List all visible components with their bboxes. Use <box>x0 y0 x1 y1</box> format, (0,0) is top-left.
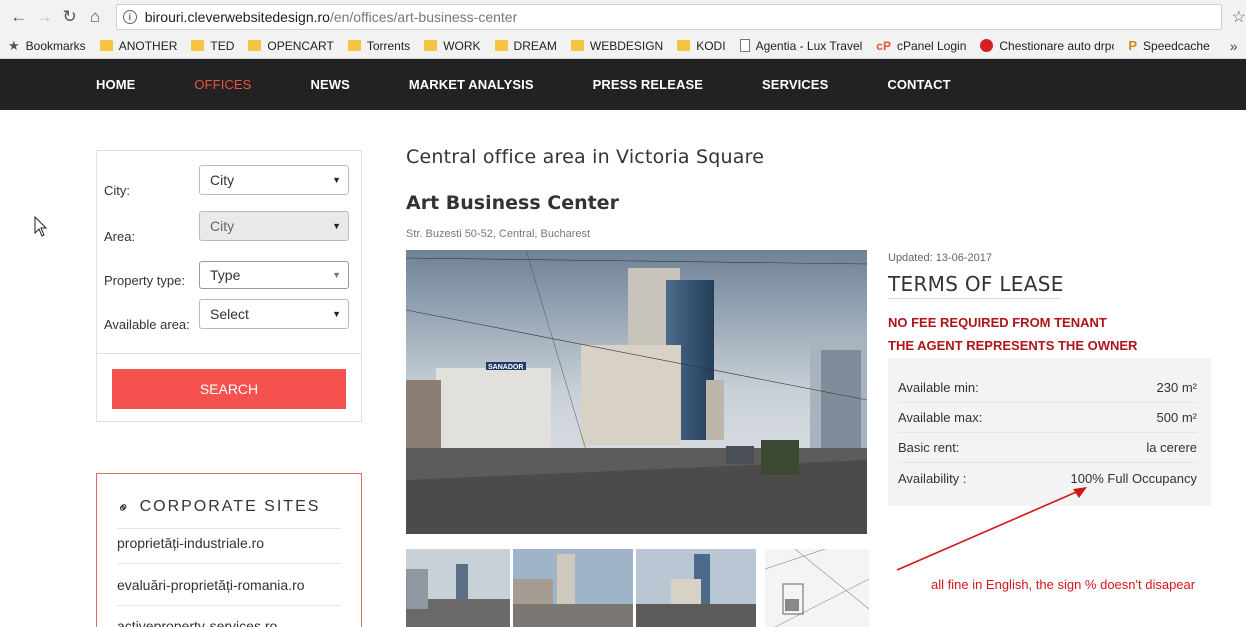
nav-home[interactable]: HOME <box>96 77 135 92</box>
folder-icon <box>424 40 438 51</box>
thumbnail-image <box>636 549 756 627</box>
url-bar[interactable]: i birouri.cleverwebsitedesign.ro/en/offi… <box>115 3 1222 30</box>
divider <box>117 563 341 564</box>
lease-row-basic-rent: Basic rent: la cerere <box>898 433 1197 463</box>
area-label: Area: <box>104 229 136 244</box>
bookmark-item[interactable]: OPENCART <box>248 39 334 53</box>
nav-news[interactable]: NEWS <box>310 77 349 92</box>
dropdown-arrow-icon: ▼ <box>332 221 341 231</box>
reload-icon[interactable]: ↻ <box>57 4 82 30</box>
nav-contact[interactable]: CONTACT <box>887 77 950 92</box>
url-path: /en/offices/art-business-center <box>329 8 518 25</box>
page-title: Central office area in Victoria Square <box>406 146 765 168</box>
folder-icon <box>99 40 113 51</box>
nav-offices[interactable]: OFFICES <box>194 77 251 92</box>
bookmark-item[interactable]: WORK <box>424 39 481 53</box>
dropdown-arrow-icon: ▼ <box>332 175 341 185</box>
building-address: Str. Buzesti 50-52, Central, Bucharest <box>406 228 591 240</box>
folder-icon <box>494 40 508 51</box>
property-type-label: Property type: <box>104 273 185 288</box>
browser-toolbar: ← → ↻ ⌂ i birouri.cleverwebsitedesign.ro… <box>0 0 1246 33</box>
lease-row-available-max: Available max: 500 m² <box>898 403 1197 433</box>
bookmarks-more-button[interactable]: » <box>1230 38 1238 54</box>
search-filter-panel: City: City ▼ Area: City ▼ Property type: T… <box>96 150 362 422</box>
star-icon: ★ <box>8 37 20 53</box>
bookmark-item[interactable]: ★ Bookmarks <box>8 38 86 54</box>
folder-icon <box>191 40 205 51</box>
corporate-sites-panel: ⚭ CORPORATE SITES proprietăți-industrial… <box>96 473 362 627</box>
corporate-link[interactable]: proprietăți-industriale.ro <box>117 535 264 551</box>
bookmarks-bar: ★ Bookmarks ANOTHER TED OPENCART Torrents… <box>0 33 1246 59</box>
bookmark-item[interactable]: TED <box>191 39 234 53</box>
search-button[interactable]: SEARCH <box>112 369 346 409</box>
page-content: City: City ▼ Area: City ▼ Property type: T… <box>0 110 1246 627</box>
available-area-label: Available area: <box>104 317 190 332</box>
corporate-link[interactable]: evaluări-proprietăți-romania.ro <box>117 577 305 593</box>
annotation-note: all fine in English, the sign % doesn't … <box>931 577 1196 592</box>
forward-icon[interactable]: → <box>31 4 56 30</box>
building-photo-illustration: SANADOR <box>406 250 867 534</box>
dropdown-arrow-icon: ▼ <box>332 270 341 280</box>
nav-market-analysis[interactable]: MARKET ANALYSIS <box>409 77 534 92</box>
filter-divider <box>97 353 361 354</box>
lease-row-available-min: Available min: 230 m² <box>898 373 1197 403</box>
thumbnail[interactable] <box>636 549 756 627</box>
bookmark-item[interactable]: Torrents <box>347 39 410 53</box>
nav-press-release[interactable]: PRESS RELEASE <box>593 77 703 92</box>
divider <box>117 528 341 529</box>
thumbnail-image <box>765 549 869 627</box>
page-icon <box>739 39 750 52</box>
terms-title: TERMS OF LEASE <box>888 272 1064 296</box>
agent-notice: THE AGENT REPRESENTS THE OWNER <box>888 338 1138 353</box>
bookmark-item[interactable]: WEBDESIGN <box>570 39 663 53</box>
photo-sign-text: SANADOR <box>488 364 523 371</box>
city-select[interactable]: City ▼ <box>199 165 349 195</box>
annotation-arrow-icon <box>896 487 1087 571</box>
back-icon[interactable]: ← <box>6 4 31 30</box>
property-type-select[interactable]: Type ▼ <box>199 261 349 289</box>
bookmark-item[interactable]: Agentia - Lux Travel <box>739 39 862 53</box>
corporate-sites-title: ⚭ CORPORATE SITES <box>113 496 321 519</box>
bookmark-star-icon[interactable]: ☆ <box>1232 7 1246 27</box>
home-icon[interactable]: ⌂ <box>82 4 107 30</box>
speedcache-icon: P <box>1128 38 1138 53</box>
bookmark-item[interactable]: KODI <box>677 39 726 53</box>
folder-icon <box>570 40 584 51</box>
thumbnail[interactable] <box>513 549 633 627</box>
bookmark-item[interactable]: P Speedcache <box>1128 38 1209 53</box>
site-nav: HOME OFFICES NEWS MARKET ANALYSIS PRESS … <box>0 59 1246 110</box>
url-host: birouri.cleverwebsitedesign.ro <box>144 8 330 25</box>
thumbnail-image <box>406 549 510 627</box>
available-area-select[interactable]: Select ▼ <box>199 299 349 329</box>
updated-date: Updated: 13-06-2017 <box>888 252 992 264</box>
divider <box>117 605 341 606</box>
area-select[interactable]: City ▼ <box>199 211 349 241</box>
folder-icon <box>347 40 361 51</box>
cpanel-icon: cP <box>876 38 891 53</box>
building-name: Art Business Center <box>406 192 619 214</box>
bookmark-item[interactable]: Chestionare auto drpc <box>980 39 1114 53</box>
divider <box>888 298 1061 299</box>
bookmark-item[interactable]: cP cPanel Login <box>876 39 966 53</box>
thumbnail[interactable] <box>406 549 510 627</box>
city-label: City: <box>104 183 130 198</box>
dropdown-arrow-icon: ▼ <box>332 309 341 319</box>
building-photo[interactable]: SANADOR <box>406 250 867 534</box>
thumbnail[interactable] <box>765 549 869 627</box>
stop-icon <box>980 39 994 52</box>
bookmark-item[interactable]: DREAM <box>494 39 557 53</box>
thumbnail-image <box>513 549 633 627</box>
mouse-cursor-icon <box>34 216 48 237</box>
folder-icon <box>677 40 691 51</box>
bookmark-item[interactable]: ANOTHER <box>99 39 177 53</box>
no-fee-notice: NO FEE REQUIRED FROM TENANT <box>888 315 1107 330</box>
link-icon: ⚭ <box>113 496 136 519</box>
nav-services[interactable]: SERVICES <box>762 77 828 92</box>
corporate-link[interactable]: activeproperty-services.ro <box>117 618 277 627</box>
info-icon[interactable]: i <box>122 9 137 24</box>
folder-icon <box>248 40 262 51</box>
